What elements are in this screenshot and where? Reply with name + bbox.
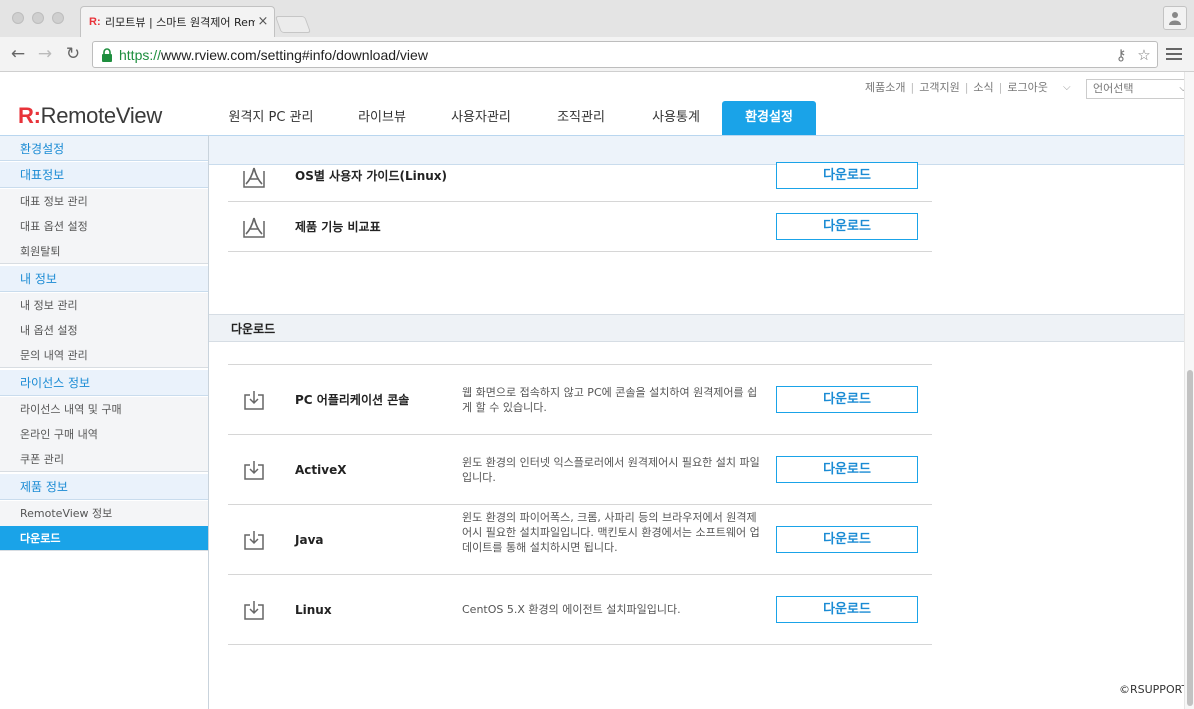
- download-box-icon: [244, 461, 264, 480]
- file-description: CentOS 5.X 환경의 에이전트 설치파일입니다.: [462, 603, 681, 616]
- sidebar-group-my-info[interactable]: 내 정보: [0, 266, 208, 292]
- profile-icon[interactable]: [1163, 6, 1187, 30]
- sidebar-group-license[interactable]: 라이선스 정보: [0, 370, 208, 396]
- file-name: 제품 기능 비교표: [295, 220, 381, 234]
- download-button[interactable]: 다운로드: [776, 456, 918, 483]
- pdf-icon: [243, 167, 265, 188]
- download-box-icon: [244, 391, 264, 410]
- sidebar-item-inquiries[interactable]: 문의 내역 관리: [0, 343, 208, 368]
- copyright: ©RSUPPORT: [1119, 683, 1189, 696]
- zoom-window-button[interactable]: [52, 12, 64, 24]
- file-name: PC 어플리케이션 콘솔: [295, 393, 410, 407]
- lock-icon: [102, 48, 112, 62]
- list-item: 제품 기능 비교표 다운로드: [228, 202, 932, 252]
- download-button[interactable]: 다운로드: [776, 596, 918, 623]
- list-item: PC 어플리케이션 콘솔 웹 화면으로 접속하지 않고 PC에 콘솔을 설치하여…: [228, 365, 932, 435]
- sidebar-item-download[interactable]: 다운로드: [0, 526, 208, 551]
- new-tab-button[interactable]: [274, 16, 312, 33]
- file-name: ActiveX: [295, 463, 347, 477]
- file-description: 윈도 환경의 인터넷 익스플로러에서 원격제어시 필요한 설치 파일입니다.: [462, 456, 760, 484]
- sidebar-item-rep-options[interactable]: 대표 옵션 설정: [0, 214, 208, 239]
- sidebar-group-representative[interactable]: 대표정보: [0, 162, 208, 188]
- section-header: 다운로드: [209, 314, 1184, 342]
- tab-strip: R: 리모트뷰 | 스마트 원격제어 Rem ×: [0, 0, 1194, 37]
- sidebar-group-product[interactable]: 제품 정보: [0, 474, 208, 500]
- download-box-icon: [244, 601, 264, 620]
- minimize-window-button[interactable]: [32, 12, 44, 24]
- close-window-button[interactable]: [12, 12, 24, 24]
- util-link-news[interactable]: 소식: [973, 81, 993, 94]
- sidebar-item-coupons[interactable]: 쿠폰 관리: [0, 447, 208, 472]
- browser-tab[interactable]: R: 리모트뷰 | 스마트 원격제어 Rem ×: [80, 6, 275, 37]
- util-link-products[interactable]: 제품소개: [865, 81, 905, 94]
- page: R:RemoteView 제품소개|고객지원|소식|로그아웃 ⌵ 언어선택⌵ 원…: [0, 72, 1194, 709]
- file-name: Linux: [295, 603, 332, 617]
- sidebar-item-withdraw[interactable]: 회원탈퇴: [0, 239, 208, 264]
- nav-users[interactable]: 사용자관리: [436, 101, 526, 135]
- main-content: OS별 사용자 가이드(Linux) 다운로드 제품 기능 비교표 다운로드 다…: [209, 162, 1188, 709]
- download-button[interactable]: 다운로드: [776, 162, 918, 189]
- sidebar-item-rep-info[interactable]: 대표 정보 관리: [0, 189, 208, 214]
- address-bar[interactable]: https://www.rview.com/setting#info/downl…: [92, 41, 1158, 68]
- nav-remote-pc[interactable]: 원격지 PC 관리: [208, 101, 334, 135]
- sidebar: 환경설정 대표정보 대표 정보 관리 대표 옵션 설정 회원탈퇴 내 정보 내 …: [0, 135, 209, 709]
- download-button[interactable]: 다운로드: [776, 386, 918, 413]
- sidebar-item-my-options[interactable]: 내 옵션 설정: [0, 318, 208, 343]
- download-button[interactable]: 다운로드: [776, 526, 918, 553]
- nav-settings[interactable]: 환경설정: [722, 101, 816, 135]
- sidebar-item-my-info[interactable]: 내 정보 관리: [0, 293, 208, 318]
- hamburger-menu-icon[interactable]: [1166, 46, 1184, 62]
- key-icon[interactable]: ⚷: [1112, 46, 1130, 64]
- sidebar-title: 환경설정: [0, 135, 208, 161]
- nav-organization[interactable]: 조직관리: [538, 101, 624, 135]
- list-item: OS별 사용자 가이드(Linux) 다운로드: [228, 162, 932, 202]
- back-arrow-icon[interactable]: ←: [8, 44, 28, 64]
- page-scrollbar[interactable]: [1184, 72, 1194, 709]
- sidebar-item-remoteview-info[interactable]: RemoteView 정보: [0, 501, 208, 526]
- remoteview-logo[interactable]: R:RemoteView: [18, 104, 162, 128]
- pdf-icon: [243, 217, 265, 238]
- chevron-down-icon[interactable]: ⌵: [1063, 82, 1071, 93]
- language-select[interactable]: 언어선택⌵: [1086, 79, 1194, 99]
- list-item: Java 윈도 환경의 파이어폭스, 크롬, 사파리 등의 브라우저에서 원격제…: [228, 505, 932, 575]
- util-link-logout[interactable]: 로그아웃: [1007, 81, 1047, 94]
- download-box-icon: [244, 531, 264, 550]
- browser-toolbar: ← → ↻ https://www.rview.com/setting#info…: [0, 37, 1194, 72]
- file-description: 윈도 환경의 파이어폭스, 크롬, 사파리 등의 브라우저에서 원격제어시 필요…: [462, 511, 760, 554]
- scrollbar-thumb[interactable]: [1187, 370, 1193, 706]
- list-item: ActiveX 윈도 환경의 인터넷 익스플로러에서 원격제어시 필요한 설치 …: [228, 435, 932, 505]
- sidebar-item-online-purchases[interactable]: 온라인 구매 내역: [0, 422, 208, 447]
- sidebar-item-license-purchase[interactable]: 라이선스 내역 및 구매: [0, 397, 208, 422]
- bookmark-star-icon[interactable]: ☆: [1135, 46, 1153, 64]
- tab-title: 리모트뷰 | 스마트 원격제어 Rem: [105, 16, 255, 29]
- nav-statistics[interactable]: 사용통계: [632, 101, 720, 135]
- file-name: Java: [295, 533, 324, 547]
- forward-arrow-icon[interactable]: →: [35, 44, 55, 64]
- close-tab-icon[interactable]: ×: [256, 14, 270, 30]
- url-text[interactable]: https://www.rview.com/setting#info/downl…: [119, 47, 428, 63]
- nav-liveview[interactable]: 라이브뷰: [338, 101, 426, 135]
- file-description: 웹 화면으로 접속하지 않고 PC에 콘솔을 설치하여 원격제어를 쉽게 할 수…: [462, 386, 758, 414]
- download-button[interactable]: 다운로드: [776, 213, 918, 240]
- favicon-icon: R:: [89, 16, 101, 28]
- list-item: Linux CentOS 5.X 환경의 에이전트 설치파일입니다. 다운로드: [228, 575, 932, 645]
- reload-icon[interactable]: ↻: [63, 44, 83, 64]
- section-title: 다운로드: [231, 322, 276, 336]
- util-link-support[interactable]: 고객지원: [919, 81, 959, 94]
- utility-links: 제품소개 | 고객지원 | 소식 | 로그아웃: [865, 81, 1048, 94]
- browser-chrome: R: 리모트뷰 | 스마트 원격제어 Rem × ← → ↻ https://w…: [0, 0, 1194, 72]
- file-name: OS별 사용자 가이드(Linux): [295, 169, 448, 183]
